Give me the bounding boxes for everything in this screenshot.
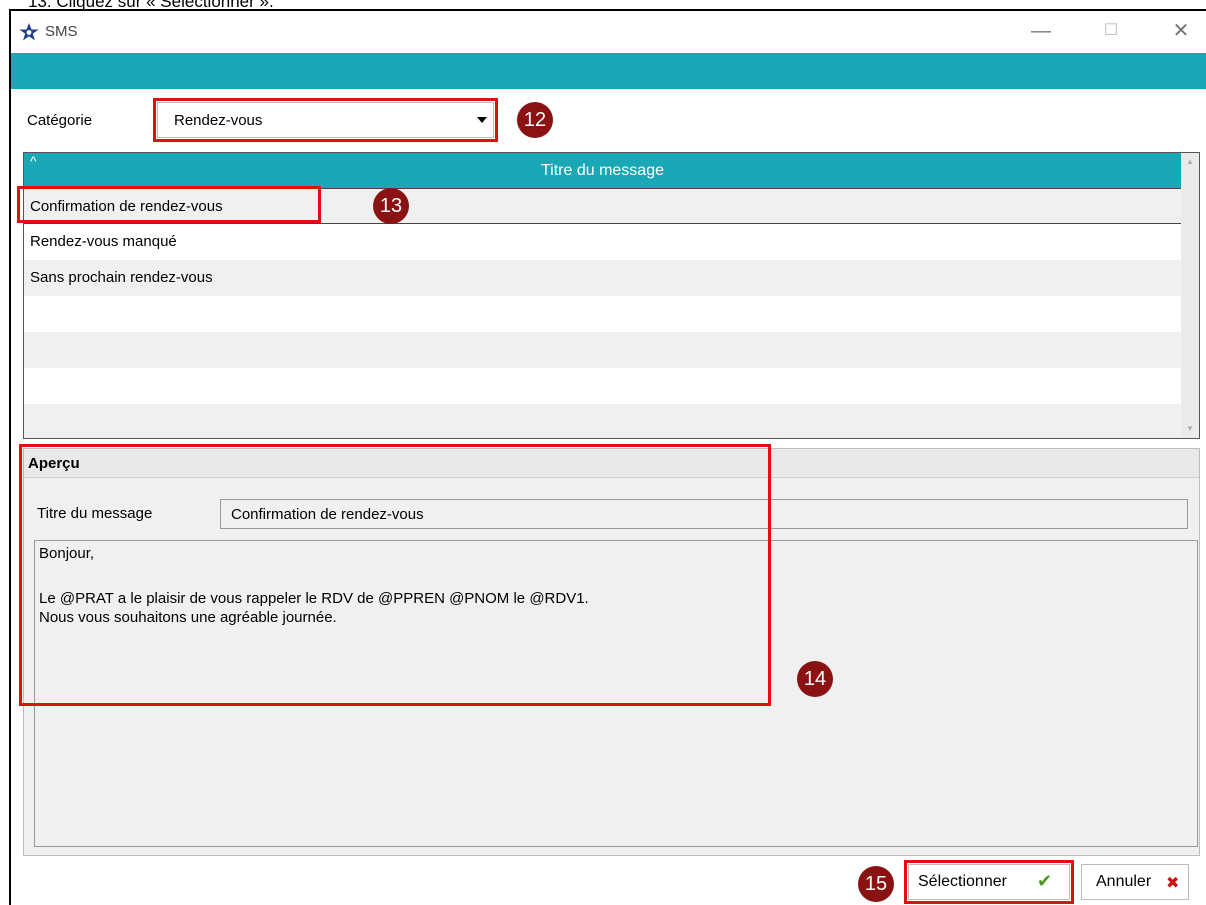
category-label: Catégorie (27, 112, 93, 129)
table-row[interactable]: Sans prochain rendez-vous (24, 260, 1181, 296)
table-row[interactable]: Rendez-vous manqué (24, 224, 1181, 260)
window-title: SMS (45, 23, 78, 40)
scroll-down-icon[interactable]: ▼ (1181, 420, 1199, 438)
annotation-highlight-select (904, 860, 1074, 904)
app-star-icon (19, 23, 39, 41)
close-x-icon: ✖ (1166, 875, 1180, 892)
minimize-button[interactable]: — (1021, 17, 1061, 45)
scroll-up-icon[interactable]: ▲ (1181, 153, 1199, 171)
annotation-highlight-row (17, 186, 321, 223)
table-row-empty (24, 332, 1181, 368)
title-bar: SMS — ☐ ✕ (11, 11, 1206, 51)
table-row-empty (24, 296, 1181, 332)
column-header-title: Titre du message (540, 162, 664, 179)
annotation-badge-13: 13 (373, 188, 409, 224)
table-cell-title: Sans prochain rendez-vous (30, 269, 213, 286)
table-row-empty (24, 404, 1181, 438)
sms-dialog-window: SMS — ☐ ✕ Catégorie Rendez-vous 12 ^ Tit… (9, 9, 1206, 905)
annotation-badge-12: 12 (517, 102, 553, 138)
table-row-empty (24, 368, 1181, 404)
close-button[interactable]: ✕ (1161, 17, 1201, 45)
annotation-highlight-preview (19, 444, 771, 706)
annotation-badge-14: 14 (797, 661, 833, 697)
cancel-button[interactable]: Annuler ✖ (1081, 864, 1189, 900)
teal-header-band (11, 53, 1206, 89)
grid-column-header[interactable]: ^ Titre du message (24, 153, 1181, 188)
annotation-badge-15: 15 (858, 866, 894, 902)
cancel-button-label: Annuler (1096, 873, 1152, 890)
annotation-highlight-category (153, 98, 498, 142)
grid-scrollbar[interactable]: ▲ ▼ (1181, 153, 1199, 438)
maximize-button[interactable]: ☐ (1091, 17, 1131, 45)
table-cell-title: Rendez-vous manqué (30, 233, 177, 250)
